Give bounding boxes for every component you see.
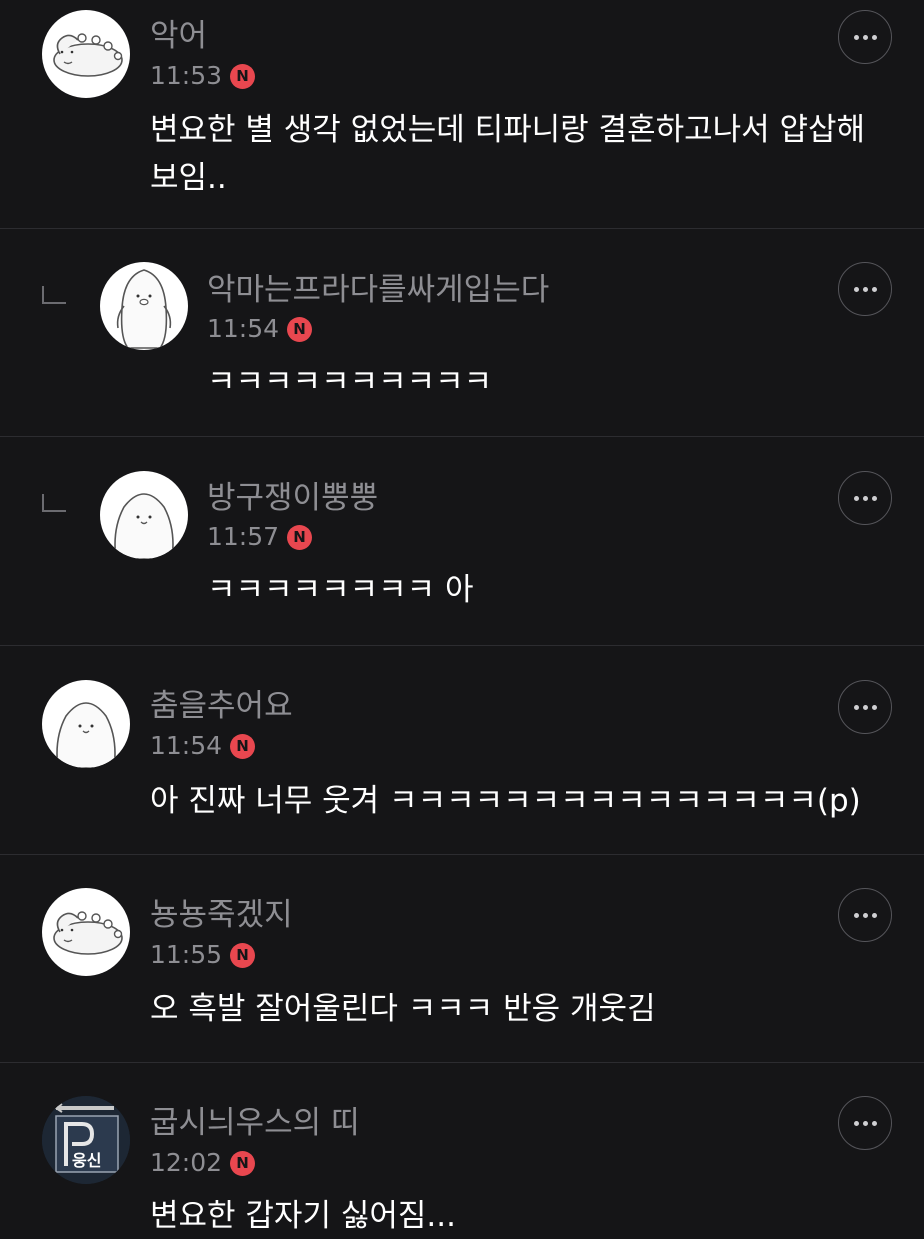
new-badge-icon: N <box>287 316 313 342</box>
comment-username[interactable]: 방구쟁이뿡뿡 <box>207 478 378 518</box>
comment-username[interactable]: 춤을추어요 <box>150 686 293 726</box>
comment-meta: 12:02 N <box>150 1145 256 1181</box>
comment-username[interactable]: 악어 <box>150 16 207 56</box>
comment-item: 웅신 굽시늬우스의 띠 12:02 N 변요한 갑자기 싫어짐... <box>0 1063 924 1234</box>
reply-arrow-icon <box>42 494 66 512</box>
comment-item: 악어 11:53 N 변요한 별 생각 없었는데 티파니랑 결혼하고나서 얍삽해… <box>0 0 924 229</box>
dino-icon <box>53 33 123 77</box>
comment-time: 11:54 <box>207 314 280 343</box>
comment-text-line: ㅋㅋㅋㅋㅋㅋㅋㅋ 아 <box>207 572 474 608</box>
reply-item: 방구쟁이뿡뿡 11:57 N ㅋㅋㅋㅋㅋㅋㅋㅋ 아 <box>0 437 924 646</box>
user-avatar[interactable] <box>42 10 130 98</box>
comment-username[interactable]: 굽시늬우스의 띠 <box>150 1103 360 1143</box>
comment-meta: 11:53 N <box>150 58 256 94</box>
comment-text-line: ㅋㅋㅋㅋㅋㅋㅋㅋㅋㅋ <box>207 364 493 400</box>
comment-item: 춤을추어요 11:54 N 아 진짜 너무 웃겨 ㅋㅋㅋㅋㅋㅋㅋㅋㅋㅋㅋㅋㅋㅋㅋ… <box>0 646 924 855</box>
user-avatar[interactable] <box>42 888 130 976</box>
more-options-button[interactable] <box>838 10 892 64</box>
user-avatar[interactable] <box>100 262 188 350</box>
comment-meta: 11:54 N <box>207 311 313 347</box>
comment-text-line: 보임.. <box>150 160 227 196</box>
user-avatar[interactable] <box>42 680 130 768</box>
reply-arrow-icon <box>42 286 66 304</box>
more-options-button[interactable] <box>838 262 892 316</box>
more-options-button[interactable] <box>838 471 892 525</box>
comment-meta: 11:57 N <box>207 519 313 555</box>
new-badge-icon: N <box>230 733 256 759</box>
comment-time: 11:53 <box>150 61 223 90</box>
ghost-icon <box>114 493 174 559</box>
user-avatar[interactable] <box>100 471 188 559</box>
new-badge-icon: N <box>230 1150 256 1176</box>
comment-username[interactable]: 악마는프라다를싸게입는다 <box>207 270 549 310</box>
more-options-button[interactable] <box>838 888 892 942</box>
comment-time: 11:57 <box>207 522 280 551</box>
comment-item: 뇽뇽죽겠지 11:55 N 오 흑발 잘어울린다 ㅋㅋㅋ 반응 개웃김 <box>0 855 924 1063</box>
dino-icon <box>53 911 123 955</box>
avatar-sign-text: 웅신 <box>72 1151 101 1170</box>
new-badge-icon: N <box>287 524 313 550</box>
more-options-button[interactable] <box>838 680 892 734</box>
comment-time: 12:02 <box>150 1148 223 1177</box>
comment-time: 11:55 <box>150 940 223 969</box>
comment-text-line: 변요한 갑자기 싫어짐... <box>150 1198 456 1234</box>
penguin-icon <box>116 269 172 349</box>
comment-text-line: 아 진짜 너무 웃겨 ㅋㅋㅋㅋㅋㅋㅋㅋㅋㅋㅋㅋㅋㅋㅋ(p) <box>150 783 861 819</box>
ghost-icon <box>56 702 116 768</box>
comment-time: 11:54 <box>150 731 223 760</box>
user-avatar[interactable]: 웅신 <box>42 1096 130 1184</box>
more-options-button[interactable] <box>838 1096 892 1150</box>
comment-text-line: 변요한 별 생각 없었는데 티파니랑 결혼하고나서 얍삽해 <box>150 112 866 148</box>
comment-text-line: 오 흑발 잘어울린다 ㅋㅋㅋ 반응 개웃김 <box>150 991 656 1027</box>
comment-username[interactable]: 뇽뇽죽겠지 <box>150 895 293 935</box>
comment-meta: 11:55 N <box>150 937 256 973</box>
parking-sign-icon: 웅신 <box>42 1096 130 1184</box>
new-badge-icon: N <box>230 942 256 968</box>
reply-item: 악마는프라다를싸게입는다 11:54 N ㅋㅋㅋㅋㅋㅋㅋㅋㅋㅋ <box>0 229 924 437</box>
comment-meta: 11:54 N <box>150 728 256 764</box>
new-badge-icon: N <box>230 63 256 89</box>
